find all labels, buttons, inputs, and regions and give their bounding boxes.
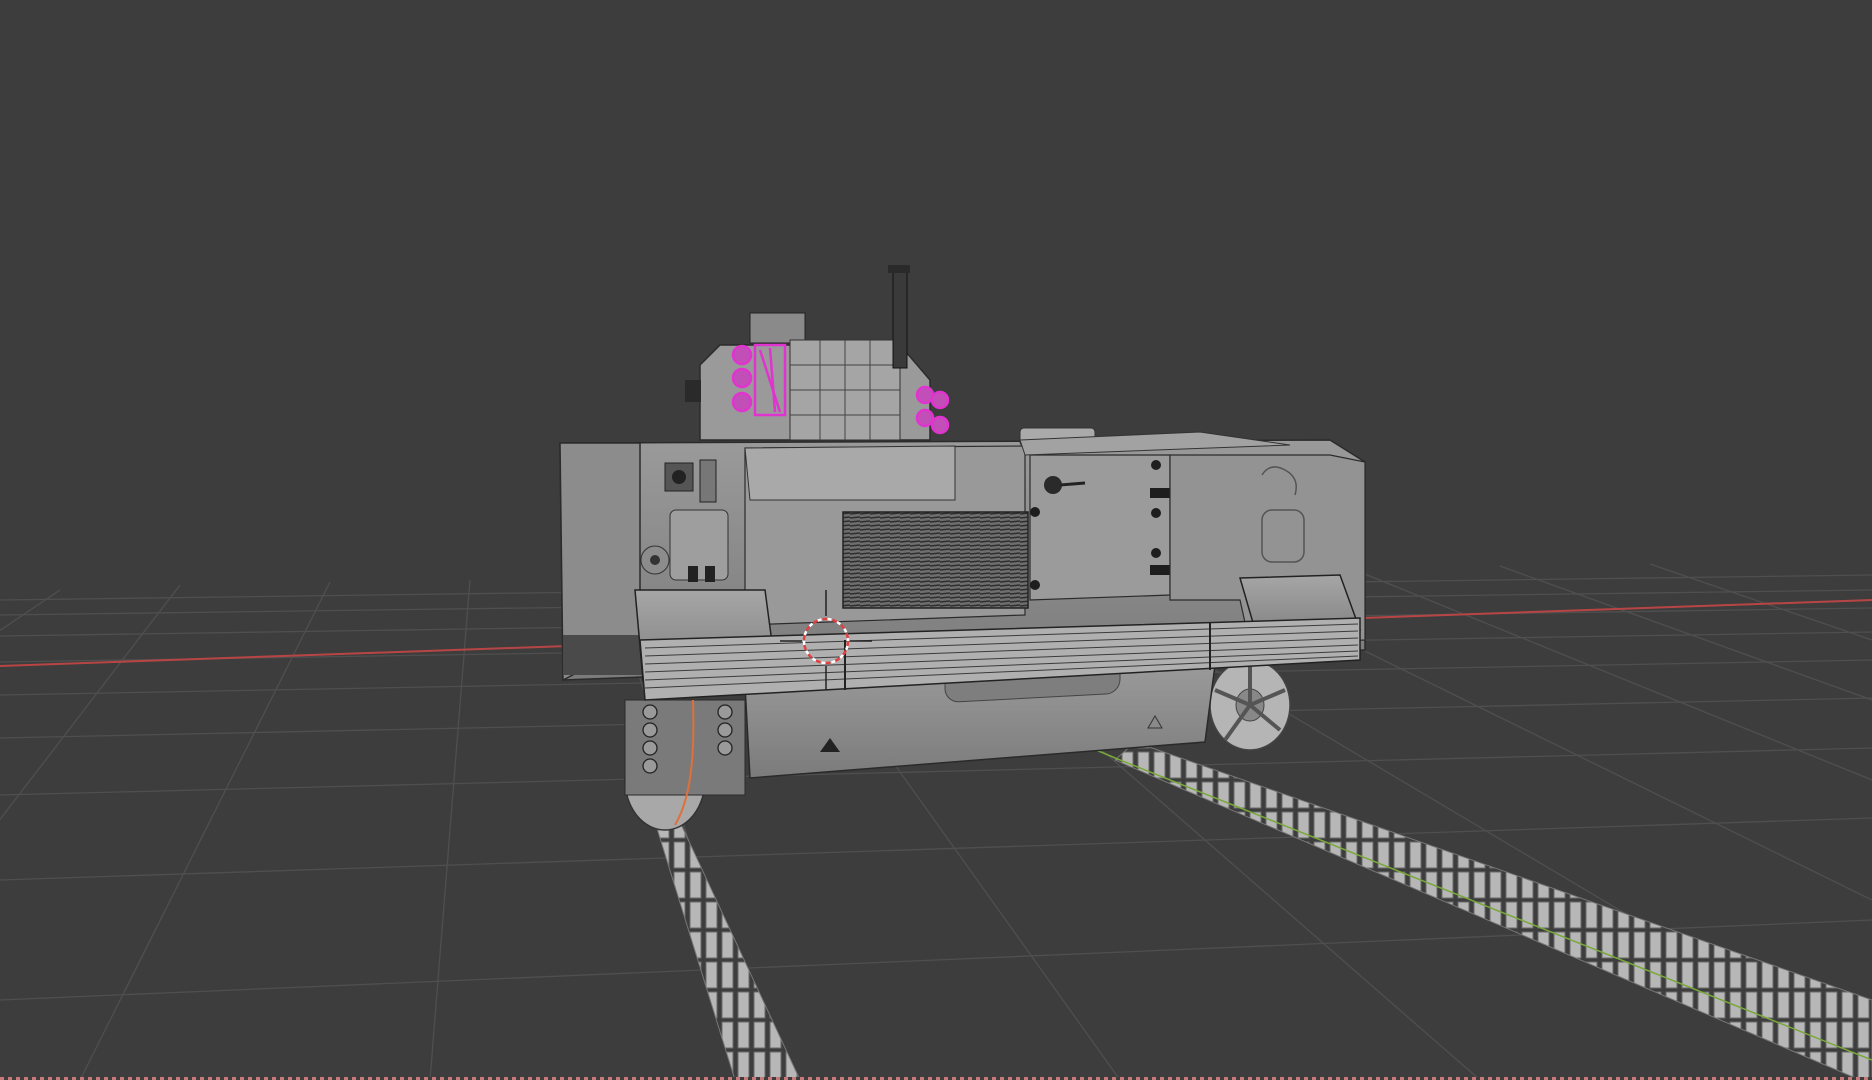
antenna-mast [892,267,908,369]
right-sprocket-wheel[interactable] [1209,659,1291,751]
viewport-canvas[interactable] [0,0,1872,1080]
right-track[interactable] [1114,741,1872,1080]
3d-viewport[interactable] [0,0,1872,1080]
exhaust-grille [842,511,1029,609]
left-road-wheels[interactable] [624,699,746,831]
left-track[interactable] [654,821,801,1080]
turret[interactable] [685,265,1291,456]
